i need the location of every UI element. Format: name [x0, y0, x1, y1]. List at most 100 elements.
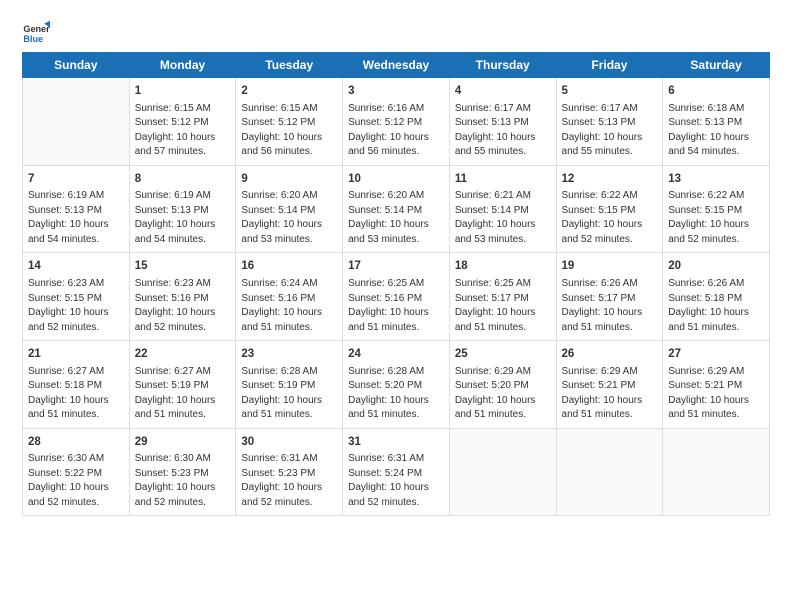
day-number: 20: [668, 258, 764, 275]
cell-content-line: Sunrise: 6:16 AM: [348, 103, 424, 114]
cell-content-line: Sunrise: 6:22 AM: [668, 190, 744, 201]
cell-content-line: Daylight: 10 hours: [241, 395, 322, 406]
day-number: 31: [348, 434, 444, 451]
week-row-4: 28Sunrise: 6:30 AMSunset: 5:22 PMDayligh…: [23, 428, 770, 516]
cell-content-line: Sunrise: 6:15 AM: [241, 103, 317, 114]
cell-content-line: Sunset: 5:22 PM: [28, 468, 102, 479]
cell-content-line: Sunset: 5:14 PM: [455, 205, 529, 216]
cell-content-line: Daylight: 10 hours: [135, 307, 216, 318]
cell-content-line: Daylight: 10 hours: [668, 219, 749, 230]
day-number: 3: [348, 83, 444, 100]
cell-content-line: Sunrise: 6:22 AM: [562, 190, 638, 201]
day-number: 1: [135, 83, 231, 100]
cell-content-line: and 51 minutes.: [241, 409, 312, 420]
calendar-cell: 13Sunrise: 6:22 AMSunset: 5:15 PMDayligh…: [663, 165, 770, 253]
cell-content-line: Daylight: 10 hours: [241, 482, 322, 493]
cell-content-line: Sunset: 5:14 PM: [241, 205, 315, 216]
cell-content-line: Sunrise: 6:26 AM: [562, 278, 638, 289]
calendar-cell: [663, 428, 770, 516]
svg-text:Blue: Blue: [23, 34, 43, 44]
cell-content-line: and 54 minutes.: [135, 234, 206, 245]
day-number: 18: [455, 258, 551, 275]
cell-content-line: and 54 minutes.: [668, 146, 739, 157]
cell-content-line: and 56 minutes.: [348, 146, 419, 157]
cell-content-line: Sunset: 5:12 PM: [348, 117, 422, 128]
calendar-cell: 19Sunrise: 6:26 AMSunset: 5:17 PMDayligh…: [556, 253, 663, 341]
cell-content-line: Daylight: 10 hours: [668, 132, 749, 143]
cell-content-line: Daylight: 10 hours: [348, 482, 429, 493]
day-number: 12: [562, 171, 658, 188]
cell-content-line: Sunset: 5:23 PM: [135, 468, 209, 479]
cell-content-line: Sunset: 5:19 PM: [135, 380, 209, 391]
calendar-cell: [449, 428, 556, 516]
cell-content-line: Daylight: 10 hours: [348, 307, 429, 318]
day-number: 19: [562, 258, 658, 275]
header: General Blue: [22, 18, 770, 46]
day-number: 26: [562, 346, 658, 363]
day-number: 16: [241, 258, 337, 275]
cell-content-line: Daylight: 10 hours: [135, 395, 216, 406]
cell-content-line: Sunset: 5:18 PM: [28, 380, 102, 391]
calendar-cell: 4Sunrise: 6:17 AMSunset: 5:13 PMDaylight…: [449, 78, 556, 166]
calendar-cell: 3 Sunrise: 6:16 AM Sunset: 5:12 PM Daylight…: [343, 78, 450, 166]
cell-content-line: and 52 minutes.: [562, 234, 633, 245]
cell-content-line: and 54 minutes.: [28, 234, 99, 245]
day-number: 10: [348, 171, 444, 188]
week-row-0: 1 Sunrise: 6:15 AM Sunset: 5:12 PM Daylight…: [23, 78, 770, 166]
day-number: 29: [135, 434, 231, 451]
day-number: 8: [135, 171, 231, 188]
calendar-header: SundayMondayTuesdayWednesdayThursdayFrid…: [23, 53, 770, 78]
page: General Blue SundayMondayTuesdayWednesda…: [0, 0, 792, 612]
cell-content-line: Sunset: 5:15 PM: [28, 293, 102, 304]
cell-content-line: and 51 minutes.: [135, 409, 206, 420]
cell-content-line: Daylight: 10 hours: [455, 307, 536, 318]
day-number: 17: [348, 258, 444, 275]
calendar-cell: 10Sunrise: 6:20 AMSunset: 5:14 PMDayligh…: [343, 165, 450, 253]
day-number: 27: [668, 346, 764, 363]
cell-content-line: Daylight: 10 hours: [455, 219, 536, 230]
cell-content-line: Daylight: 10 hours: [28, 482, 109, 493]
calendar-cell: 9Sunrise: 6:20 AMSunset: 5:14 PMDaylight…: [236, 165, 343, 253]
cell-content-line: and 51 minutes.: [668, 322, 739, 333]
cell-content-line: Daylight: 10 hours: [135, 132, 216, 143]
cell-content-line: Sunrise: 6:29 AM: [455, 366, 531, 377]
calendar-cell: 22Sunrise: 6:27 AMSunset: 5:19 PMDayligh…: [129, 341, 236, 429]
cell-content-line: Daylight: 10 hours: [348, 132, 429, 143]
cell-content-line: Sunrise: 6:30 AM: [135, 453, 211, 464]
cell-content-line: Sunrise: 6:15 AM: [135, 103, 211, 114]
calendar-cell: 23Sunrise: 6:28 AMSunset: 5:19 PMDayligh…: [236, 341, 343, 429]
cell-content-line: Sunrise: 6:25 AM: [455, 278, 531, 289]
header-day-monday: Monday: [129, 53, 236, 78]
cell-content-line: Sunset: 5:14 PM: [348, 205, 422, 216]
cell-content-line: and 52 minutes.: [135, 322, 206, 333]
calendar-cell: 21Sunrise: 6:27 AMSunset: 5:18 PMDayligh…: [23, 341, 130, 429]
cell-content-line: Daylight: 10 hours: [455, 132, 536, 143]
week-row-2: 14Sunrise: 6:23 AMSunset: 5:15 PMDayligh…: [23, 253, 770, 341]
cell-content-line: and 52 minutes.: [348, 497, 419, 508]
day-number: 30: [241, 434, 337, 451]
calendar-cell: 17Sunrise: 6:25 AMSunset: 5:16 PMDayligh…: [343, 253, 450, 341]
cell-content-line: Sunrise: 6:19 AM: [135, 190, 211, 201]
calendar-cell: 14Sunrise: 6:23 AMSunset: 5:15 PMDayligh…: [23, 253, 130, 341]
cell-content-line: Sunset: 5:24 PM: [348, 468, 422, 479]
cell-content-line: and 53 minutes.: [348, 234, 419, 245]
cell-content-line: Sunset: 5:21 PM: [668, 380, 742, 391]
cell-content-line: Sunset: 5:23 PM: [241, 468, 315, 479]
cell-content-line: Sunset: 5:16 PM: [135, 293, 209, 304]
header-day-saturday: Saturday: [663, 53, 770, 78]
day-number: 7: [28, 171, 124, 188]
cell-content-line: Sunrise: 6:28 AM: [348, 366, 424, 377]
cell-content-line: Sunrise: 6:24 AM: [241, 278, 317, 289]
cell-content-line: and 51 minutes.: [455, 322, 526, 333]
cell-content-line: Sunrise: 6:25 AM: [348, 278, 424, 289]
day-number: 5: [562, 83, 658, 100]
cell-content-line: Sunrise: 6:18 AM: [668, 103, 744, 114]
calendar-cell: 30Sunrise: 6:31 AMSunset: 5:23 PMDayligh…: [236, 428, 343, 516]
cell-content-line: Sunrise: 6:17 AM: [562, 103, 638, 114]
week-row-3: 21Sunrise: 6:27 AMSunset: 5:18 PMDayligh…: [23, 341, 770, 429]
day-number: 4: [455, 83, 551, 100]
calendar-cell: 12Sunrise: 6:22 AMSunset: 5:15 PMDayligh…: [556, 165, 663, 253]
cell-content-line: and 53 minutes.: [455, 234, 526, 245]
cell-content-line: Daylight: 10 hours: [28, 219, 109, 230]
cell-content-line: and 55 minutes.: [562, 146, 633, 157]
